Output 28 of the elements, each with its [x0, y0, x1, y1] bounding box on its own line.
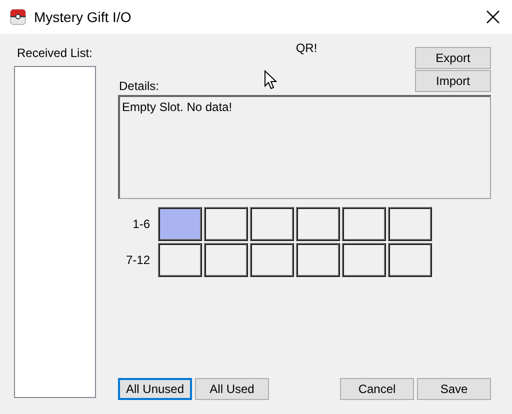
gift-slot[interactable]: [342, 207, 386, 241]
slot-row-label: 1-6: [132, 217, 151, 231]
mouse-pointer-icon: [264, 70, 278, 90]
filter-button[interactable]: All Unused: [118, 378, 192, 400]
window-title: Mystery Gift I/O: [34, 9, 132, 25]
dialog-button[interactable]: Cancel: [340, 378, 414, 400]
gift-slot[interactable]: [296, 243, 340, 277]
received-list-label: Received List:: [16, 46, 94, 60]
gift-slot[interactable]: [342, 243, 386, 277]
dialog-button[interactable]: Save: [417, 378, 491, 400]
action-button[interactable]: Import: [415, 70, 491, 92]
details-label: Details:: [118, 79, 160, 93]
gift-slot[interactable]: [388, 243, 432, 277]
gift-slot[interactable]: [388, 207, 432, 241]
gift-slot[interactable]: [204, 243, 248, 277]
gift-slot[interactable]: [250, 243, 294, 277]
received-list[interactable]: [14, 66, 96, 398]
qr-label: QR!: [296, 41, 318, 55]
filter-button[interactable]: All Used: [195, 378, 269, 400]
slot-row-label: 7-12: [124, 253, 151, 267]
gift-slot[interactable]: [158, 243, 202, 277]
gift-slot[interactable]: [296, 207, 340, 241]
gift-slot[interactable]: [204, 207, 248, 241]
gift-slot[interactable]: [250, 207, 294, 241]
details-field[interactable]: Empty Slot. No data!: [118, 95, 491, 199]
close-icon[interactable]: [486, 10, 500, 24]
gift-slot[interactable]: [158, 207, 202, 241]
action-button[interactable]: Export: [415, 47, 491, 69]
